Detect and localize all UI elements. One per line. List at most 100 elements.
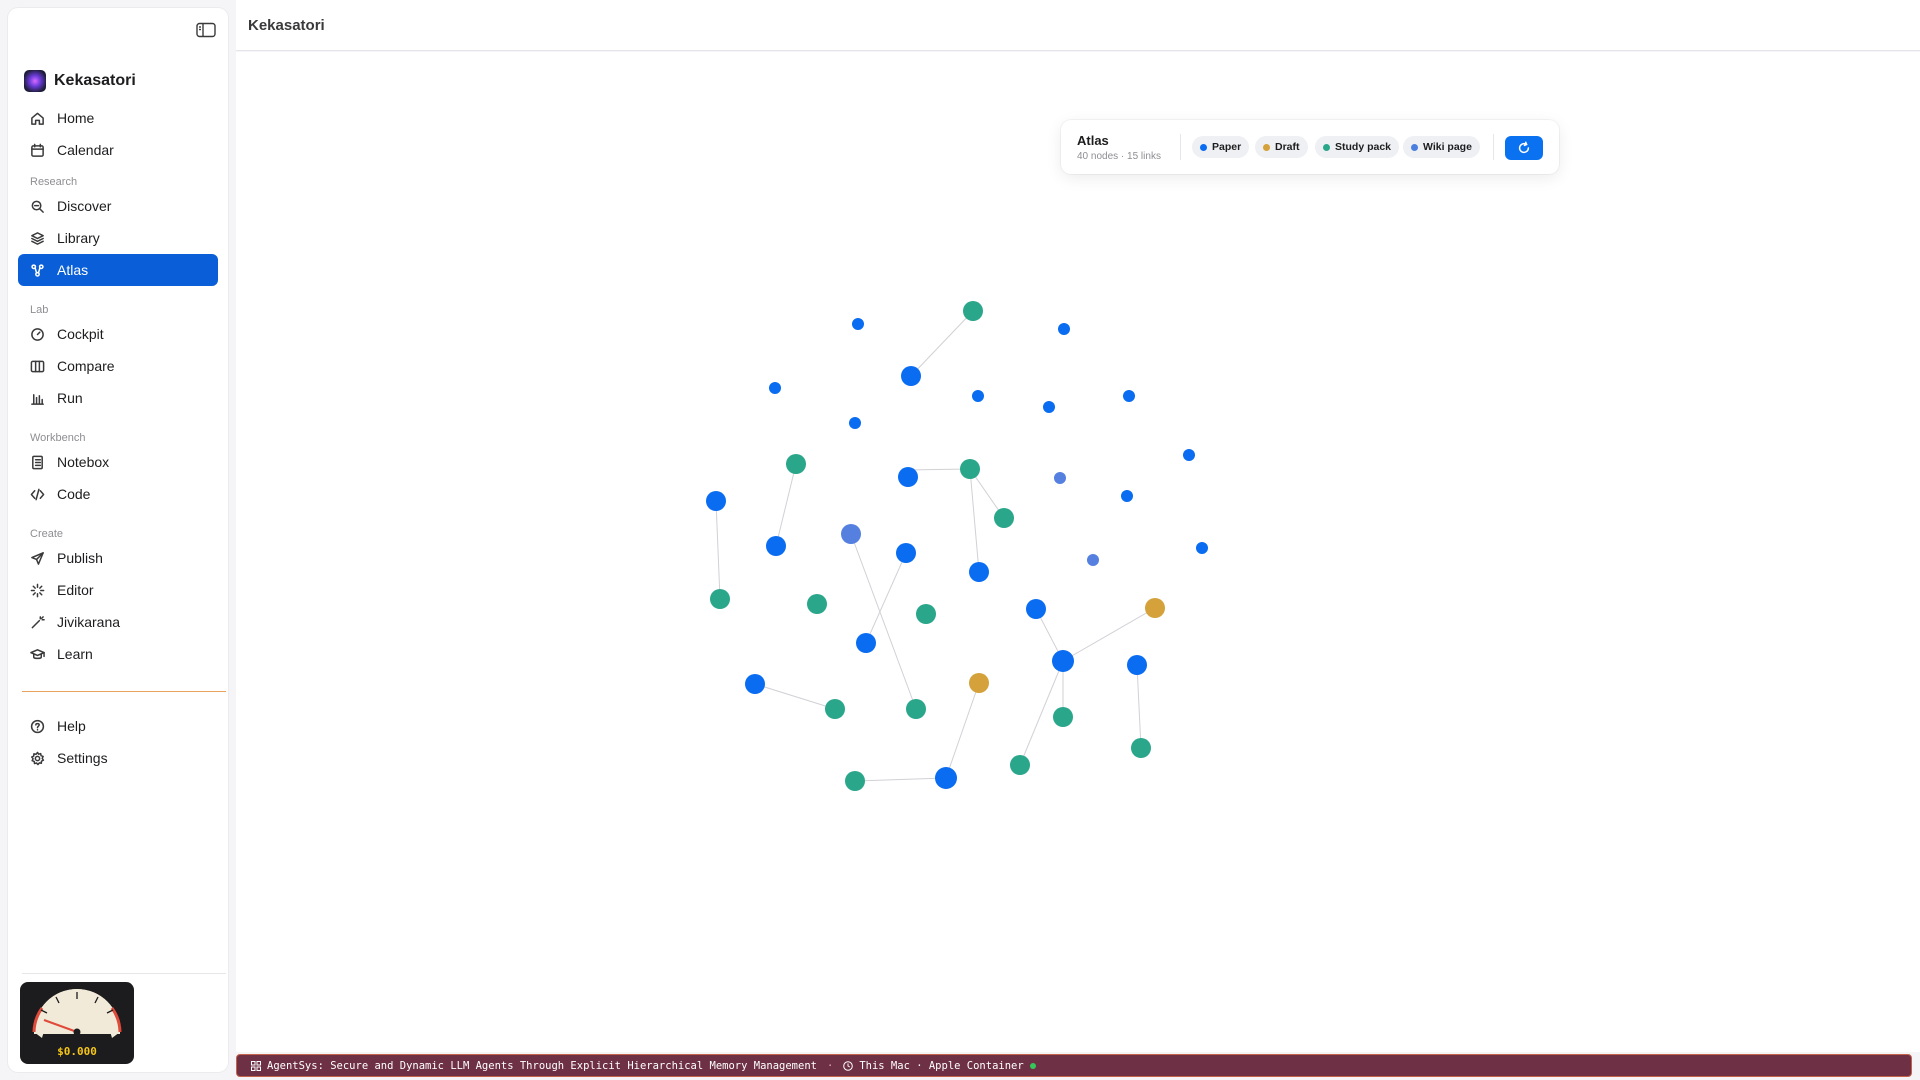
graph-node-paper[interactable]	[849, 417, 861, 429]
graph-node-study[interactable]	[845, 771, 865, 791]
graph-node-study[interactable]	[825, 699, 845, 719]
sidebar-item-code[interactable]: Code	[18, 478, 218, 510]
search-icon	[31, 200, 44, 213]
graph-node-study[interactable]	[807, 594, 827, 614]
graph-node-paper[interactable]	[856, 633, 876, 653]
sidebar-item-publish[interactable]: Publish	[18, 542, 218, 574]
atlas-title: Atlas	[1077, 133, 1109, 148]
graph-node-paper[interactable]	[766, 536, 786, 556]
legend-chip-paper[interactable]: Paper	[1192, 136, 1250, 158]
knowledge-graph[interactable]	[236, 52, 1920, 1052]
topbar: Kekasatori	[236, 0, 1920, 51]
sidebar-item-notebox[interactable]: Notebox	[18, 446, 218, 478]
graph-link	[775, 463, 797, 547]
graph-node-paper[interactable]	[769, 382, 781, 394]
graph-node-study[interactable]	[994, 508, 1014, 528]
atlas-header-card: Atlas 40 nodes · 15 links Paper Draft St…	[1061, 120, 1559, 174]
graph-node-paper[interactable]	[1196, 542, 1208, 554]
refresh-button[interactable]	[1505, 136, 1543, 160]
sidebar-divider	[22, 691, 226, 692]
status-paper-title[interactable]: AgentSys: Secure and Dynamic LLM Agents …	[267, 1060, 817, 1072]
graph-node-study[interactable]	[963, 301, 983, 321]
sidebar-item-help[interactable]: Help	[18, 710, 218, 742]
graph-node-paper[interactable]	[1123, 390, 1135, 402]
nav-top: Home Calendar	[18, 102, 218, 166]
clock-icon	[843, 1060, 854, 1071]
status-environment[interactable]: This Mac · Apple Container	[859, 1060, 1023, 1072]
legend-chip-study-pack[interactable]: Study pack	[1315, 136, 1400, 158]
graph-node-paper[interactable]	[852, 318, 864, 330]
graph-node-paper[interactable]	[1183, 449, 1195, 461]
sidebar-item-discover[interactable]: Discover	[18, 190, 218, 222]
graph-node-study[interactable]	[1131, 738, 1151, 758]
calendar-icon	[31, 143, 44, 157]
sidebar-item-run[interactable]: Run	[18, 382, 218, 414]
graph-node-wiki[interactable]	[1087, 554, 1099, 566]
brand[interactable]: Kekasatori	[24, 70, 136, 92]
sidebar-item-editor[interactable]: Editor	[18, 574, 218, 606]
graph-node-study[interactable]	[786, 454, 806, 474]
sidebar-item-home[interactable]: Home	[18, 102, 218, 134]
section-label-research: Research	[30, 176, 78, 188]
graph-node-study[interactable]	[1053, 707, 1073, 727]
graph-node-draft[interactable]	[969, 673, 989, 693]
home-icon	[31, 112, 44, 125]
graph-link	[910, 310, 974, 377]
graph-node-study[interactable]	[960, 459, 980, 479]
graph-link	[945, 682, 980, 779]
graph-node-paper[interactable]	[901, 366, 921, 386]
sidebar-item-learn[interactable]: Learn	[18, 638, 218, 670]
legend-dot	[1263, 143, 1270, 151]
grid-icon	[251, 1060, 261, 1071]
graph-link	[754, 683, 836, 710]
legend-dot	[1411, 143, 1418, 151]
legend-chip-draft[interactable]: Draft	[1255, 136, 1308, 158]
bar-chart-icon	[31, 393, 44, 405]
sidebar-item-cockpit[interactable]: Cockpit	[18, 318, 218, 350]
sidebar-item-settings[interactable]: Settings	[18, 742, 218, 774]
page-title: Kekasatori	[248, 17, 325, 34]
graph-icon	[31, 263, 44, 277]
graph-link	[715, 500, 721, 600]
graph-node-paper[interactable]	[1026, 599, 1046, 619]
graph-node-paper[interactable]	[1043, 401, 1055, 413]
graph-node-paper[interactable]	[896, 543, 916, 563]
graph-node-paper[interactable]	[898, 467, 918, 487]
status-separator: ·	[826, 1059, 834, 1072]
wand-icon	[31, 615, 45, 628]
graph-node-paper[interactable]	[706, 491, 726, 511]
graph-node-paper[interactable]	[935, 767, 957, 789]
atlas-canvas[interactable]: Atlas 40 nodes · 15 links Paper Draft St…	[236, 52, 1920, 1052]
graduation-cap-icon	[30, 648, 45, 659]
graph-node-paper[interactable]	[1121, 490, 1133, 502]
sidebar-item-atlas[interactable]: Atlas	[18, 254, 218, 286]
graph-node-study[interactable]	[1010, 755, 1030, 775]
status-online-dot	[1029, 1062, 1036, 1069]
cost-gauge[interactable]: $0.000	[20, 982, 134, 1064]
legend-chip-wiki-page[interactable]: Wiki page	[1403, 136, 1480, 158]
sidebar-item-calendar[interactable]: Calendar	[18, 134, 218, 166]
cost-value: $0.000	[57, 1045, 97, 1058]
graph-node-draft[interactable]	[1145, 598, 1165, 618]
section-label-lab: Lab	[30, 304, 49, 316]
graph-node-paper[interactable]	[1058, 323, 1070, 335]
sidebar-item-compare[interactable]: Compare	[18, 350, 218, 382]
code-icon	[30, 488, 45, 500]
gear-icon	[31, 751, 45, 765]
sparkle-icon	[30, 583, 45, 597]
graph-node-paper[interactable]	[1052, 650, 1074, 672]
graph-node-wiki[interactable]	[841, 524, 861, 544]
sidebar-item-jivikarana[interactable]: Jivikarana	[18, 606, 218, 638]
graph-node-paper[interactable]	[745, 674, 765, 694]
graph-node-paper[interactable]	[972, 390, 984, 402]
graph-node-study[interactable]	[906, 699, 926, 719]
refresh-icon	[1518, 141, 1530, 154]
sidebar-toggle-icon[interactable]	[193, 20, 219, 40]
graph-node-study[interactable]	[710, 589, 730, 609]
nav-bottom: Help Settings	[18, 710, 218, 774]
graph-node-wiki[interactable]	[1054, 472, 1066, 484]
graph-node-paper[interactable]	[1127, 655, 1147, 675]
graph-node-study[interactable]	[916, 604, 936, 624]
graph-node-paper[interactable]	[969, 562, 989, 582]
sidebar-item-library[interactable]: Library	[18, 222, 218, 254]
